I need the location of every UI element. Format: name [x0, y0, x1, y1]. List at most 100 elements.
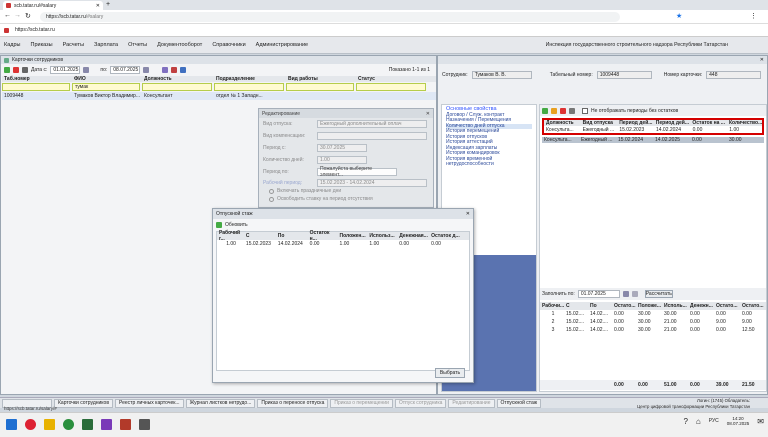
- table-row[interactable]: Консульта... Ежегодный ... 15.02.2024 14…: [542, 137, 764, 143]
- filter-tabnum[interactable]: [2, 83, 70, 91]
- excel-icon[interactable]: [82, 419, 93, 430]
- vac-type-select[interactable]: Ежегодный дополнительный оплач: [317, 120, 427, 128]
- period-from-input[interactable]: 30.07.2025: [317, 144, 367, 152]
- taskbar-item[interactable]: Отпуск сотрудника: [394, 398, 447, 408]
- col-position[interactable]: Должность: [142, 76, 214, 82]
- col-to[interactable]: По: [588, 302, 612, 310]
- add-icon[interactable]: [4, 67, 10, 73]
- edit-icon[interactable]: [551, 107, 557, 114]
- explorer-icon[interactable]: [44, 419, 55, 430]
- fill-date-input[interactable]: 01.07.2025: [577, 290, 620, 298]
- delete-icon[interactable]: [13, 67, 19, 73]
- menu-admin[interactable]: Администрирование: [256, 42, 308, 48]
- taskbar-item[interactable]: Приказ о переносе отпуска: [257, 398, 329, 408]
- table-row[interactable]: Консульта... Ежегодный ... 15.02.2023 14…: [544, 126, 762, 133]
- col-worktype[interactable]: Вид работы: [286, 76, 356, 82]
- star-icon[interactable]: ★: [676, 12, 682, 20]
- compensation-select[interactable]: [317, 132, 427, 140]
- holidays-checkbox[interactable]: [269, 188, 274, 194]
- taskbar-item[interactable]: Карточки сотрудников: [54, 398, 113, 408]
- taskbar-item[interactable]: Реестр личных карточек...: [114, 398, 184, 408]
- new-tab-icon[interactable]: +: [106, 1, 110, 8]
- export-icon[interactable]: [569, 107, 575, 114]
- nav-sick-leave[interactable]: История временной нетрудоспособности: [446, 156, 532, 167]
- table-row[interactable]: 2 15.02.... 14.02.... 0.00 30.00 21.00 0…: [540, 318, 766, 326]
- filter-fio[interactable]: тумак: [72, 83, 140, 91]
- url-field[interactable]: https://scb.tatar.ru/#salary: [40, 12, 620, 22]
- col-work-year[interactable]: Рабочий г...: [217, 230, 244, 242]
- lang-indicator[interactable]: РУС: [709, 418, 719, 424]
- reload-icon[interactable]: ↻: [25, 12, 31, 20]
- clock[interactable]: 14:20 08.07.2025: [727, 416, 750, 426]
- table-row[interactable]: 1.00 15.02.2023 14.02.2024 0.00 1.00 1.0…: [217, 240, 469, 248]
- work-period-select[interactable]: 15.02.2023 - 14.02.2024: [317, 178, 427, 187]
- taskbar-item[interactable]: Редактирование: [448, 398, 495, 408]
- menu-docs[interactable]: Документооборот: [157, 42, 202, 48]
- table-row[interactable]: 3 15.02.... 14.02.... 0.00 30.00 21.00 0…: [540, 326, 766, 334]
- add-icon[interactable]: [542, 107, 548, 114]
- notification-icon[interactable]: ✉: [757, 417, 764, 426]
- col-used[interactable]: Исполь...: [662, 302, 688, 310]
- camera-icon[interactable]: ⌂: [696, 417, 701, 426]
- close-dialog-icon[interactable]: ✕: [466, 211, 470, 217]
- col-to[interactable]: По: [275, 232, 308, 240]
- col-from[interactable]: С: [243, 232, 276, 240]
- hide-empty-checkbox[interactable]: [582, 107, 588, 114]
- print-icon[interactable]: [162, 67, 169, 73]
- col-remain2[interactable]: Остато...: [714, 302, 740, 310]
- date-to-input[interactable]: 08.07.2025: [110, 66, 141, 74]
- calendar-icon[interactable]: [83, 67, 90, 73]
- menu-otchety[interactable]: Отчеты: [128, 42, 147, 48]
- free-rate-checkbox[interactable]: [269, 196, 274, 202]
- menu-raschety[interactable]: Расчеты: [63, 42, 84, 48]
- include-holidays[interactable]: Включать праздничные дни: [259, 187, 433, 195]
- refresh-button[interactable]: Обновить: [213, 219, 473, 230]
- calendar-icon[interactable]: [143, 67, 150, 73]
- col-remain[interactable]: Остато...: [612, 302, 636, 310]
- close-tab-icon[interactable]: ✕: [96, 3, 100, 9]
- filter-department[interactable]: [214, 83, 284, 91]
- filter-icon[interactable]: [171, 67, 178, 73]
- free-rate[interactable]: Освободить ставку на период отсутствия: [259, 195, 433, 203]
- back-icon[interactable]: ←: [4, 12, 11, 19]
- close-window-icon[interactable]: ✕: [760, 57, 764, 63]
- filter-status[interactable]: [356, 83, 426, 91]
- col-used[interactable]: Использ...: [367, 232, 398, 240]
- menu-kebab-icon[interactable]: ⋮: [750, 12, 757, 20]
- help-icon[interactable]: ?: [683, 417, 687, 426]
- date-from-input[interactable]: 01.01.2025: [50, 66, 81, 74]
- taskbar-item[interactable]: Журнал листков нетрудо...: [185, 398, 256, 408]
- select-button[interactable]: Выбрать: [435, 368, 465, 378]
- yandex-icon[interactable]: [25, 419, 36, 430]
- taskbar-item[interactable]: Приказ о перемещении: [330, 398, 393, 408]
- chrome-icon[interactable]: [63, 419, 74, 430]
- period-to-select[interactable]: Пожалуйста выберите элемент...: [317, 166, 397, 178]
- app-icon[interactable]: [120, 419, 131, 430]
- col-department[interactable]: Подразделение: [214, 76, 286, 82]
- col-work-year[interactable]: Рабочи...: [540, 302, 564, 310]
- table-row[interactable]: 1 15.02.... 14.02.... 0.00 30.00 30.00 0…: [540, 310, 766, 318]
- browser-tab[interactable]: scb.tatar.ru/#salary ✕: [3, 1, 103, 10]
- col-remain-days[interactable]: Остаток д...: [429, 232, 469, 240]
- menu-spravochniki[interactable]: Справочники: [212, 42, 245, 48]
- close-dialog-icon[interactable]: ✕: [426, 111, 430, 117]
- menu-zarplata[interactable]: Зарплата: [94, 42, 118, 48]
- settings-icon[interactable]: [180, 67, 187, 73]
- delete-icon[interactable]: [560, 107, 566, 114]
- col-remain[interactable]: Остаток н...: [307, 230, 338, 242]
- col-entitled[interactable]: Положен...: [337, 232, 368, 240]
- start-icon[interactable]: [6, 419, 17, 430]
- app-icon[interactable]: [139, 419, 150, 430]
- col-fio[interactable]: ФИО: [72, 76, 142, 82]
- col-money[interactable]: Денежная...: [397, 232, 430, 240]
- calendar-icon[interactable]: [622, 291, 629, 297]
- col-entitled[interactable]: Положе...: [636, 302, 662, 310]
- col-status[interactable]: Статус: [356, 76, 436, 82]
- bookmark-link[interactable]: https://scb.tatar.ru: [15, 27, 55, 33]
- forward-icon[interactable]: →: [14, 12, 21, 19]
- menu-kadry[interactable]: Кадры: [4, 42, 20, 48]
- col-tabnum[interactable]: Таб.номер: [2, 76, 72, 82]
- export-icon[interactable]: [22, 67, 28, 73]
- days-input[interactable]: 1.00: [317, 156, 367, 164]
- app-icon[interactable]: [101, 419, 112, 430]
